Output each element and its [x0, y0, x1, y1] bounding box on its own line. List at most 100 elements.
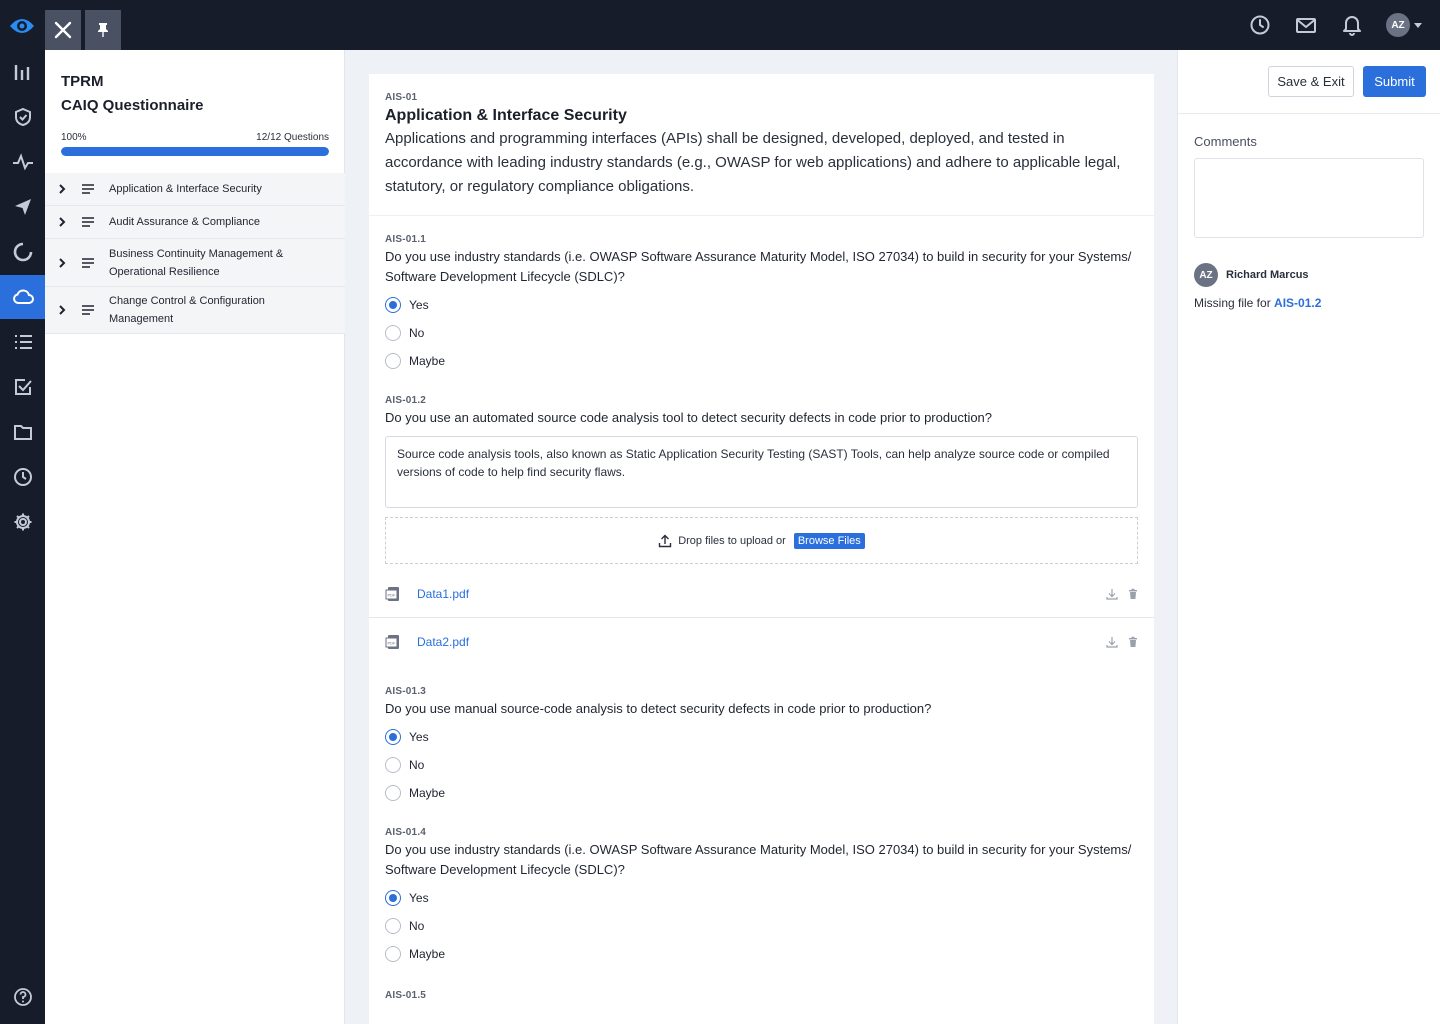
help-icon[interactable] [0, 975, 45, 1019]
question-code: AIS-01.3 [385, 686, 427, 697]
bell-icon[interactable] [1340, 13, 1364, 37]
option-label: Maybe [409, 786, 446, 800]
text-lines-icon [81, 184, 95, 194]
option-label: Maybe [409, 354, 446, 368]
comments-label: Comments [1194, 134, 1257, 149]
send-icon[interactable] [0, 185, 45, 229]
chart-icon[interactable] [0, 50, 45, 94]
radio[interactable] [385, 757, 401, 773]
section-item-change-control[interactable]: Change Control & Configuration Managemen… [45, 287, 345, 334]
question-code: AIS-01.2 [385, 395, 427, 406]
radio-selected[interactable] [385, 890, 401, 906]
save-exit-button[interactable]: Save & Exit [1268, 66, 1354, 97]
question-ais-01-5: AIS-01.5 [369, 990, 1154, 1001]
comment-text: Missing file for [1194, 296, 1271, 310]
download-icon[interactable] [1106, 636, 1118, 648]
option-maybe[interactable]: Maybe [385, 779, 1138, 807]
question-code: AIS-01.1 [385, 234, 427, 245]
option-label: Yes [409, 891, 429, 905]
download-icon[interactable] [1106, 588, 1118, 600]
option-no[interactable]: No [385, 751, 1138, 779]
svg-text:PDF: PDF [388, 592, 397, 597]
radio-selected[interactable] [385, 297, 401, 313]
section-item-business-continuity[interactable]: Business Continuity Management & Operati… [45, 239, 345, 287]
trash-icon[interactable] [1128, 636, 1138, 648]
question-ais-01-3: AIS-01.3 Do you use manual source-code a… [369, 686, 1154, 807]
section-item-audit-assurance[interactable]: Audit Assurance & Compliance [45, 206, 345, 239]
folder-icon[interactable] [0, 410, 45, 454]
option-yes[interactable]: Yes [385, 884, 1138, 912]
trash-icon[interactable] [1128, 588, 1138, 600]
chevron-right-icon[interactable] [57, 216, 69, 228]
close-button[interactable] [45, 10, 81, 50]
pin-button[interactable] [85, 10, 121, 50]
section-header: AIS-01 Application & Interface Security … [369, 74, 1154, 216]
svg-text:PDF: PDF [388, 641, 397, 646]
question-text: Do you use industry standards (i.e. OWAS… [385, 249, 1132, 284]
checkbox-icon[interactable] [0, 365, 45, 409]
option-label: Maybe [409, 947, 446, 961]
option-label: No [409, 758, 425, 772]
cycle-icon[interactable] [0, 230, 45, 274]
progress-bar-fill [61, 147, 329, 156]
chevron-right-icon[interactable] [57, 257, 69, 269]
submit-button[interactable]: Submit [1363, 66, 1426, 97]
radio[interactable] [385, 918, 401, 934]
comment-input[interactable] [1194, 158, 1424, 238]
drop-text: Drop files to upload or [678, 534, 786, 547]
file-name-link[interactable]: Data1.pdf [417, 587, 1106, 601]
radio[interactable] [385, 785, 401, 801]
app-logo-icon[interactable] [8, 14, 36, 38]
section-list: Application & Interface Security Audit A… [45, 173, 345, 334]
top-bar: AZ [0, 0, 1440, 50]
question-ais-01-4: AIS-01.4 Do you use industry standards (… [369, 827, 1154, 968]
file-dropzone[interactable]: Drop files to upload or Browse Files [385, 517, 1138, 564]
text-lines-icon [81, 217, 95, 227]
pin-icon [98, 23, 108, 37]
option-no[interactable]: No [385, 319, 1138, 347]
question-code: AIS-01.5 [385, 990, 427, 1001]
radio[interactable] [385, 353, 401, 369]
sidebar-subtitle: CAIQ Questionnaire [61, 97, 204, 114]
chevron-right-icon[interactable] [57, 183, 69, 195]
radio-selected[interactable] [385, 729, 401, 745]
chevron-down-icon [1414, 22, 1422, 28]
section-description: Applications and programming interfaces … [385, 130, 1121, 195]
clock-icon[interactable] [0, 455, 45, 499]
browse-files-button[interactable]: Browse Files [793, 532, 865, 549]
option-yes[interactable]: Yes [385, 291, 1138, 319]
list-icon[interactable] [0, 320, 45, 364]
option-label: Yes [409, 298, 429, 312]
chevron-right-icon[interactable] [57, 304, 69, 316]
mail-icon[interactable] [1294, 13, 1318, 37]
option-label: Yes [409, 730, 429, 744]
history-icon[interactable] [1248, 13, 1272, 37]
radio[interactable] [385, 946, 401, 962]
section-title: Application & Interface Security [385, 107, 627, 124]
section-item-label: Application & Interface Security [109, 183, 262, 195]
action-bar: Save & Exit Submit [1178, 50, 1440, 114]
upload-icon [659, 534, 672, 547]
radio[interactable] [385, 325, 401, 341]
option-label: No [409, 326, 425, 340]
file-name-link[interactable]: Data2.pdf [417, 635, 1106, 649]
gear-icon[interactable] [0, 500, 45, 544]
question-ais-01-2: AIS-01.2 Do you use an automated source … [369, 395, 1154, 564]
section-item-application-security[interactable]: Application & Interface Security [45, 173, 345, 206]
pulse-icon[interactable] [0, 140, 45, 184]
comment-ref-link[interactable]: AIS-01.2 [1274, 296, 1321, 310]
option-maybe[interactable]: Maybe [385, 940, 1138, 968]
option-yes[interactable]: Yes [385, 723, 1138, 751]
option-no[interactable]: No [385, 912, 1138, 940]
cloud-icon[interactable] [0, 275, 45, 319]
questionnaire-sidebar: TPRM CAIQ Questionnaire 100% 12/12 Quest… [45, 50, 345, 1024]
text-lines-icon [81, 305, 95, 315]
shield-icon[interactable] [0, 95, 45, 139]
option-label: No [409, 919, 425, 933]
option-maybe[interactable]: Maybe [385, 347, 1138, 375]
user-menu[interactable]: AZ [1386, 13, 1422, 37]
sidebar-title: TPRM [61, 73, 104, 90]
answer-textarea[interactable]: Source code analysis tools, also known a… [385, 436, 1138, 508]
avatar: AZ [1386, 13, 1410, 37]
file-row: PDF Data2.pdf [369, 618, 1154, 666]
